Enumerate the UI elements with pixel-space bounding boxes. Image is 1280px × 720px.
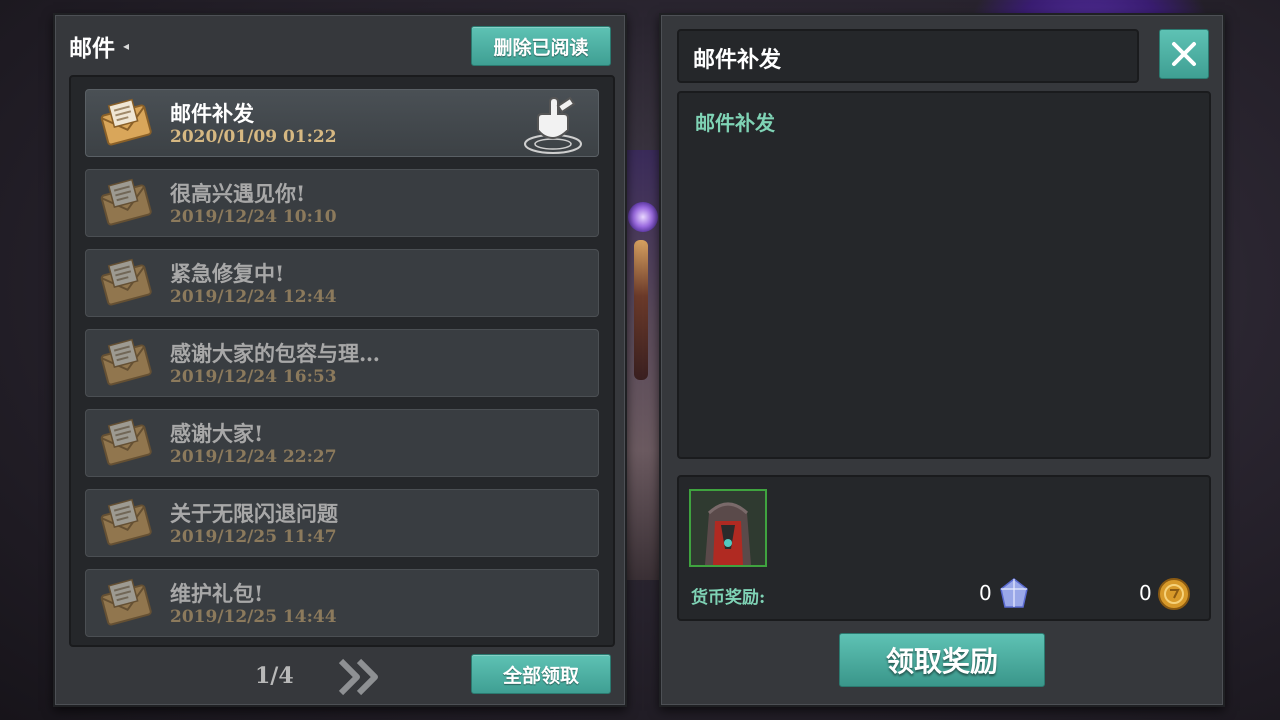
envelope-icon — [100, 98, 152, 150]
crystal-icon — [1000, 578, 1028, 608]
mail-detail-panel: 邮件补发 邮件补发 货币奖励: 0 0 领取奖励 — [659, 13, 1225, 707]
reward-item-slot[interactable] — [689, 489, 767, 567]
mail-content-box: 邮件补发 — [677, 91, 1211, 459]
page-indicator: 1/4 — [255, 663, 294, 689]
delete-read-button[interactable]: 删除已阅读 — [471, 26, 611, 66]
detail-title: 邮件补发 — [693, 47, 782, 73]
envelope-icon — [100, 498, 152, 550]
mail-subject: 感谢大家! — [170, 421, 264, 446]
mail-panel-title: 邮件 ◂ — [69, 29, 129, 63]
mail-list[interactable]: 邮件补发 2020/01/09 01:22 很高兴遇见你! 2019/12/24 10… — [69, 75, 615, 647]
mail-date: 2019/12/25 11:47 — [170, 527, 337, 547]
mail-content-text: 邮件补发 — [695, 111, 775, 135]
mail-subject: 紧急修复中! — [170, 261, 285, 286]
mail-list-item[interactable]: 感谢大家的包容与理… 2019/12/24 16:53 — [85, 329, 599, 397]
close-icon — [1172, 42, 1196, 66]
double-chevron-right-icon[interactable] — [335, 655, 383, 699]
currency-reward-label: 货币奖励: — [691, 588, 766, 608]
crystal-amount: 0 — [979, 581, 992, 605]
mail-date: 2020/01/09 01:22 — [170, 127, 337, 147]
armor-item-icon — [691, 491, 765, 565]
mail-date: 2019/12/24 10:10 — [170, 207, 337, 227]
detail-title-box: 邮件补发 — [677, 29, 1139, 83]
mail-panel-title-text: 邮件 — [69, 35, 115, 62]
mail-list-item[interactable]: 维护礼包! 2019/12/25 14:44 — [85, 569, 599, 637]
envelope-icon — [100, 338, 152, 390]
envelope-icon — [100, 578, 152, 630]
mail-date: 2019/12/24 22:27 — [170, 447, 337, 467]
envelope-icon — [100, 258, 152, 310]
mail-list-item[interactable]: 很高兴遇见你! 2019/12/24 10:10 — [85, 169, 599, 237]
reward-box: 货币奖励: 0 0 — [677, 475, 1211, 621]
mail-list-item[interactable]: 紧急修复中! 2019/12/24 12:44 — [85, 249, 599, 317]
mail-list-panel: 邮件 ◂ 删除已阅读 邮件补发 2020/01/09 01:22 很高兴遇见你! 20… — [53, 13, 627, 707]
mail-date: 2019/12/24 12:44 — [170, 287, 337, 307]
background-orb — [628, 202, 658, 232]
mail-subject: 邮件补发 — [170, 101, 254, 126]
background-staff — [634, 240, 648, 380]
mail-subject: 很高兴遇见你! — [170, 181, 306, 206]
pointer-hand-icon — [520, 92, 586, 156]
close-button[interactable] — [1159, 29, 1209, 79]
caret-icon: ◂ — [123, 39, 130, 53]
mail-subject: 关于无限闪退问题 — [170, 501, 338, 526]
mail-date: 2019/12/25 14:44 — [170, 607, 337, 627]
claim-all-button[interactable]: 全部领取 — [471, 654, 611, 694]
coin-icon — [1158, 578, 1190, 610]
mail-subject: 感谢大家的包容与理… — [170, 341, 380, 366]
coin-amount: 0 — [1139, 581, 1152, 605]
mail-list-item[interactable]: 关于无限闪退问题 2019/12/25 11:47 — [85, 489, 599, 557]
mail-subject: 维护礼包! — [170, 581, 264, 606]
claim-reward-button[interactable]: 领取奖励 — [839, 633, 1045, 687]
mail-date: 2019/12/24 16:53 — [170, 367, 337, 387]
mail-list-item[interactable]: 邮件补发 2020/01/09 01:22 — [85, 89, 599, 157]
mail-list-item[interactable]: 感谢大家! 2019/12/24 22:27 — [85, 409, 599, 477]
envelope-icon — [100, 178, 152, 230]
envelope-icon — [100, 418, 152, 470]
